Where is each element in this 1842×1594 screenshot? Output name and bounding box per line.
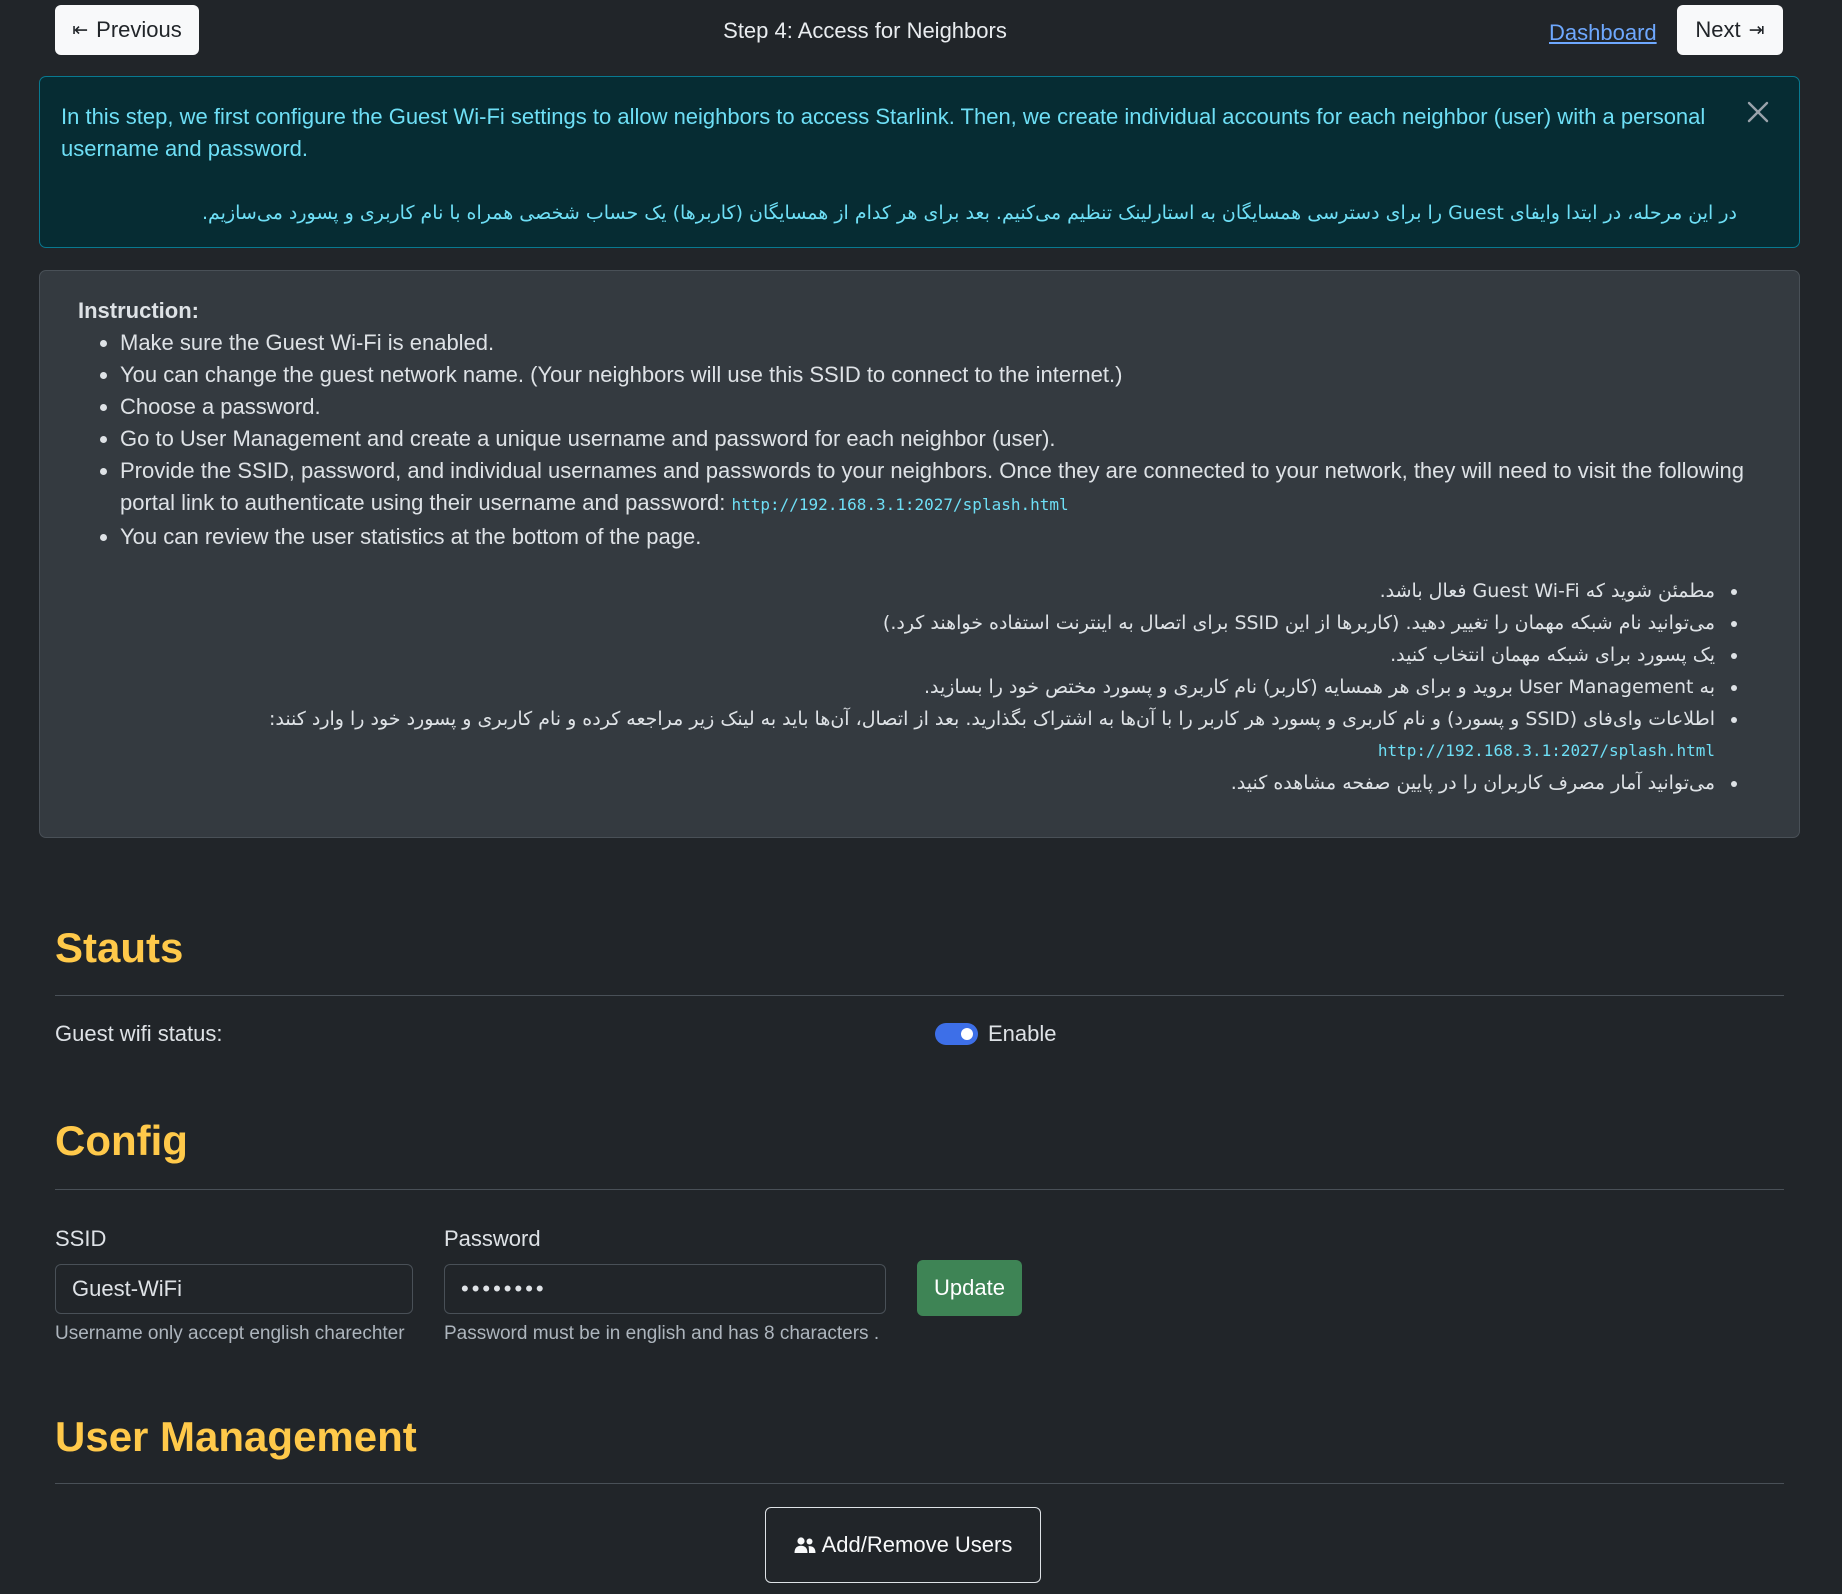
instruction-item: You can review the user statistics at th… xyxy=(120,521,1761,553)
divider xyxy=(55,995,1784,996)
divider xyxy=(55,1483,1784,1484)
ssid-label: SSID xyxy=(55,1226,107,1251)
portal-url-fa: http://192.168.3.1:2027/splash.html xyxy=(1377,741,1715,760)
instruction-card: Instruction: Make sure the Guest Wi-Fi i… xyxy=(39,270,1800,838)
info-alert: In this step, we first configure the Gue… xyxy=(39,76,1800,248)
instruction-list-fa: مطمئن شوید که Guest Wi-Fi فعال باشد. می‌… xyxy=(78,575,1761,799)
instruction-heading: Instruction: xyxy=(78,298,199,323)
toggle-knob xyxy=(961,1028,973,1040)
arrow-bar-right-icon: ⇥ xyxy=(1748,19,1765,41)
next-button[interactable]: Next ⇥ xyxy=(1677,5,1783,55)
instruction-item: Choose a password. xyxy=(120,391,1761,423)
config-section-title: Config xyxy=(55,1117,188,1164)
instruction-item-fa: اطلاعات وای‌فای (SSID و پسورد) و نام کار… xyxy=(78,703,1719,767)
instruction-item-fa: مطمئن شوید که Guest Wi-Fi فعال باشد. xyxy=(78,575,1719,607)
alert-text-en: In this step, we first configure the Gue… xyxy=(61,104,1706,161)
top-navigation: ⇤ Previous Step 4: Access for Neighbors … xyxy=(0,0,1842,66)
guest-wifi-toggle[interactable] xyxy=(935,1023,978,1045)
instruction-item: You can change the guest network name. (… xyxy=(120,359,1761,391)
status-section-title: Stauts xyxy=(55,924,184,971)
user-management-title: User Management xyxy=(55,1413,417,1460)
instruction-item-fa-text: اطلاعات وای‌فای (SSID و پسورد) و نام کار… xyxy=(268,708,1715,730)
close-icon[interactable] xyxy=(1743,97,1773,127)
dashboard-link[interactable]: Dashboard xyxy=(1549,17,1657,49)
instruction-list-en: Make sure the Guest Wi-Fi is enabled. Yo… xyxy=(78,327,1761,553)
add-remove-users-label: Add/Remove Users xyxy=(821,1532,1013,1557)
divider xyxy=(55,1189,1784,1190)
people-icon xyxy=(794,1537,816,1553)
instruction-item: Go to User Management and create a uniqu… xyxy=(120,423,1761,455)
ssid-input[interactable] xyxy=(55,1264,413,1314)
ssid-help-text: Username only accept english charechter xyxy=(55,1323,405,1344)
instruction-item: Provide the SSID, password, and individu… xyxy=(120,455,1761,521)
step-title: Step 4: Access for Neighbors xyxy=(723,18,1007,44)
alert-text-fa: در این مرحله، در ابتدا وایفای Guest را ب… xyxy=(202,202,1737,224)
instruction-item-fa: به User Management بروید و برای هر همسای… xyxy=(78,671,1719,703)
add-remove-users-button[interactable]: Add/Remove Users xyxy=(765,1507,1041,1583)
instruction-item-fa: می‌توانید نام شبکه مهمان را تغییر دهید. … xyxy=(78,607,1719,639)
instruction-item: Make sure the Guest Wi-Fi is enabled. xyxy=(120,327,1761,359)
next-label: Next xyxy=(1695,17,1741,42)
toggle-label: Enable xyxy=(988,1021,1057,1046)
instruction-item-fa: یک پسورد برای شبکه مهمان انتخاب کنید. xyxy=(78,639,1719,671)
guest-wifi-status-label: Guest wifi status: xyxy=(55,1021,223,1046)
password-input[interactable] xyxy=(444,1264,886,1314)
update-button[interactable]: Update xyxy=(917,1260,1022,1316)
password-help-text: Password must be in english and has 8 ch… xyxy=(444,1323,880,1344)
password-label: Password xyxy=(444,1226,541,1251)
portal-url: http://192.168.3.1:2027/splash.html xyxy=(731,495,1069,514)
instruction-item-fa: می‌توانید آمار مصرف کاربران را در پایین … xyxy=(78,767,1719,799)
